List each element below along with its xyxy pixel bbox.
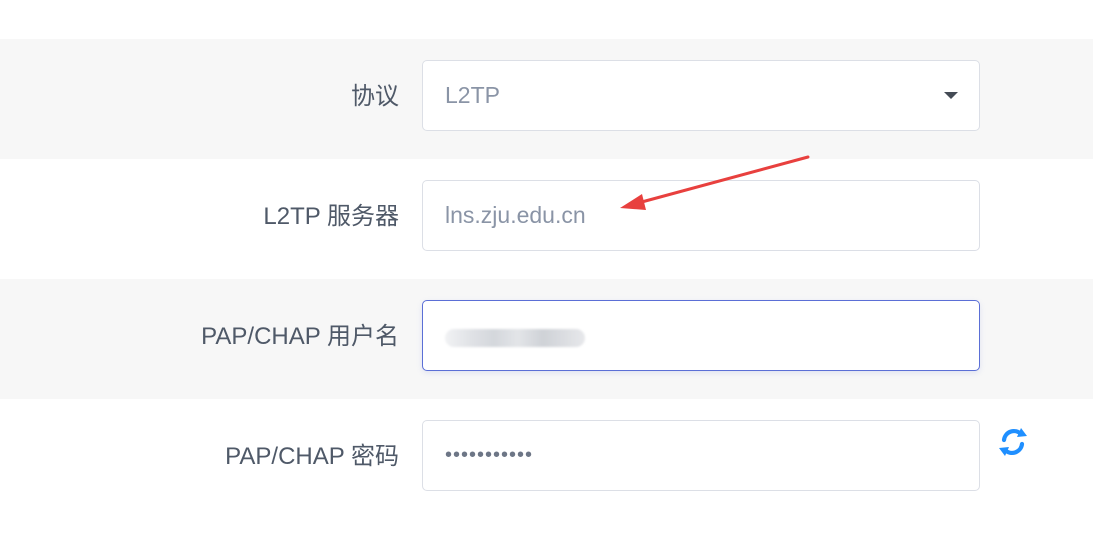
vpn-settings-form: 协议 L2TP L2TP 服务器 lns.zju.edu.cn PAP/CHAP…	[0, 39, 1093, 519]
redacted-username-value	[445, 329, 585, 347]
l2tp-server-input[interactable]: lns.zju.edu.cn	[422, 180, 980, 251]
protocol-label: 协议	[351, 83, 399, 110]
l2tp-server-row: L2TP 服务器 lns.zju.edu.cn	[0, 159, 1093, 279]
protocol-row: 协议 L2TP	[0, 39, 1093, 159]
l2tp-server-label: L2TP 服务器	[263, 203, 399, 230]
password-row: PAP/CHAP 密码 •••••••••••	[0, 399, 1093, 519]
username-label: PAP/CHAP 用户名	[201, 323, 399, 350]
protocol-select[interactable]: L2TP	[422, 60, 980, 131]
password-label: PAP/CHAP 密码	[225, 443, 399, 470]
username-input[interactable]	[422, 300, 980, 371]
password-value: •••••••••••	[445, 444, 534, 466]
protocol-select-value: L2TP	[445, 82, 500, 108]
refresh-icon[interactable]	[996, 425, 1030, 459]
chevron-down-icon[interactable]	[944, 92, 958, 99]
username-row: PAP/CHAP 用户名	[0, 279, 1093, 399]
password-input[interactable]: •••••••••••	[422, 420, 980, 491]
l2tp-server-value: lns.zju.edu.cn	[445, 202, 586, 228]
